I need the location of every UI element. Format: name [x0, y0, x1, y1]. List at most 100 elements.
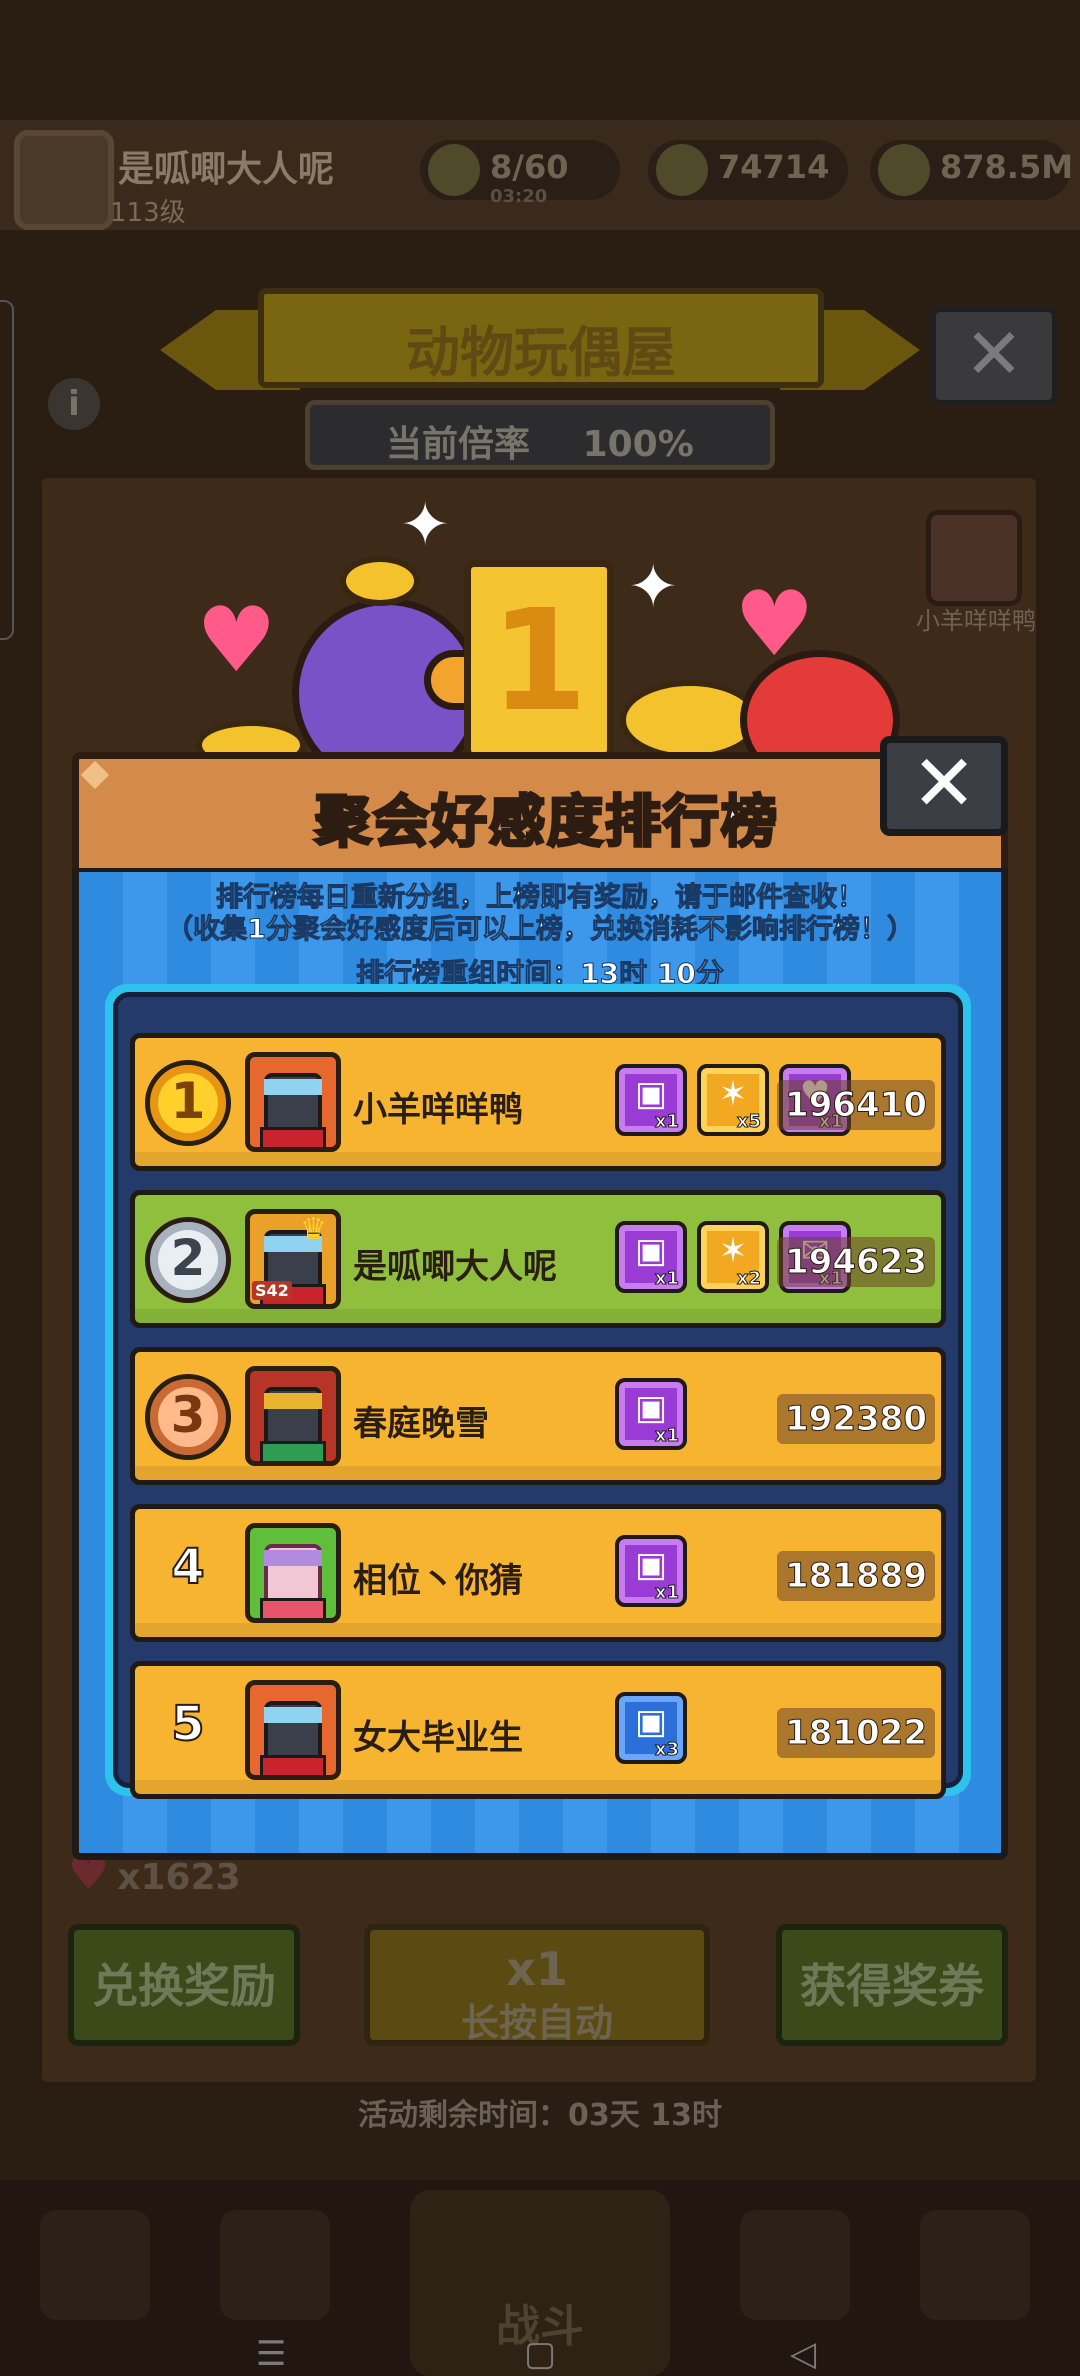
notice-line-2: （收集1分聚会好感度后可以上榜，兑换消耗不影响排行榜！）: [166, 914, 915, 946]
leaderboard-list[interactable]: 1 小羊咩咩鸭 ▣x1 ✶x5 ♥x1 196410 2 ♛: [113, 992, 963, 1799]
player-avatar[interactable]: [245, 1052, 341, 1152]
currency-2-value: 878.5M: [940, 148, 1074, 186]
currency-1-counter[interactable]: 74714: [648, 140, 848, 200]
rate-label: 当前倍率: [386, 424, 531, 465]
heart-left-icon: ♥: [196, 588, 277, 693]
event-title-banner: 动物玩偶屋: [258, 288, 824, 388]
heart-count-value: x1623: [117, 1857, 241, 1898]
reward-qty: x2: [736, 1268, 761, 1290]
leaderboard-modal: 聚会好感度排行榜 ✕ 排行榜每日重新分组，上榜即有奖励，请于邮件查收！ （收集1…: [72, 736, 1008, 1860]
player-level: 113级: [110, 198, 186, 228]
leaderboard-row[interactable]: 5 女大毕业生 ▣ x3 181022: [130, 1661, 946, 1799]
info-icon[interactable]: i: [48, 378, 100, 430]
get-ticket-button[interactable]: 获得奖券: [776, 1924, 1008, 2046]
chest-glyph: ▣: [634, 1702, 668, 1742]
rank-number: 4: [170, 1538, 205, 1596]
currency-1-icon: [656, 144, 708, 196]
gold-ticket-icon[interactable]: ✶ x5: [697, 1064, 769, 1136]
chest-glyph: ▣: [634, 1231, 668, 1271]
purple-chest-icon[interactable]: ▣ x1: [615, 1378, 687, 1450]
chest-glyph: ▣: [634, 1074, 668, 1114]
avatar-headband: [264, 1707, 322, 1723]
reward-qty: x1: [654, 1111, 679, 1133]
nav-guild-icon[interactable]: [740, 2210, 850, 2320]
player-score: 181022: [777, 1708, 935, 1758]
blue-chest-icon[interactable]: ▣ x3: [615, 1692, 687, 1764]
avatar-scarf: [260, 1127, 326, 1147]
chest-glyph: ▣: [634, 1388, 668, 1428]
back-icon[interactable]: ◁: [790, 2334, 816, 2374]
close-button[interactable]: ✕: [880, 736, 1008, 836]
sparkle-icon: ✦: [628, 552, 679, 622]
avatar-headband: [264, 1550, 322, 1566]
event-close-button[interactable]: ✕: [930, 306, 1058, 406]
modal-header: 聚会好感度排行榜: [72, 752, 1008, 872]
menu-icon[interactable]: ☰: [256, 2334, 286, 2374]
coin-icon: [340, 556, 420, 606]
leaderboard-row-self[interactable]: 2 ♛ S42 是呱唧大人呢 ▣x1 ✶x2 ✉x1 194623: [130, 1190, 946, 1328]
purple-chest-icon[interactable]: ▣ x1: [615, 1221, 687, 1293]
bronze-medal-icon: 3: [145, 1374, 231, 1460]
avatar-scarf: [260, 1598, 326, 1618]
leaderboard-row[interactable]: 1 小羊咩咩鸭 ▣x1 ✶x5 ♥x1 196410: [130, 1033, 946, 1171]
side-item-thumbnail[interactable]: [926, 510, 1022, 606]
player-name: 相位丶你猜: [353, 1561, 523, 1601]
player-avatar[interactable]: [245, 1680, 341, 1780]
leaderboard-notice: 排行榜每日重新分组，上榜即有奖励，请于邮件查收！ （收集1分聚会好感度后可以上榜…: [79, 882, 1001, 946]
currency-2-counter[interactable]: 878.5M: [870, 140, 1074, 200]
player-avatar[interactable]: [245, 1523, 341, 1623]
avatar-scarf: [260, 1755, 326, 1775]
purple-chest-icon[interactable]: ▣ x1: [615, 1064, 687, 1136]
avatar-headband: [264, 1393, 322, 1409]
modal-body: 排行榜每日重新分组，上榜即有奖励，请于邮件查收！ （收集1分聚会好感度后可以上榜…: [72, 868, 1008, 1860]
notice-line-1: 排行榜每日重新分组，上榜即有奖励，请于邮件查收！: [216, 882, 865, 914]
event-time-remaining: 活动剩余时间：03天 13时: [358, 2098, 722, 2133]
player-name: 小羊咩咩鸭: [353, 1090, 523, 1130]
auto-spin-button[interactable]: x1 长按自动: [364, 1924, 710, 2046]
modal-title: 聚会好感度排行榜: [314, 789, 779, 857]
leaderboard-row[interactable]: 4 相位丶你猜 ▣ x1 181889: [130, 1504, 946, 1642]
first-place-trophy: 1: [464, 560, 614, 760]
player-avatar[interactable]: [245, 1366, 341, 1466]
leaderboard-row[interactable]: 3 春庭晚雪 ▣ x1 192380: [130, 1347, 946, 1485]
player-avatar[interactable]: [14, 130, 114, 230]
player-name: 春庭晚雪: [353, 1404, 489, 1444]
stamina-icon: [428, 144, 480, 196]
nav-tools-icon[interactable]: [920, 2210, 1030, 2320]
crown-icon: ♛: [300, 1212, 327, 1247]
avatar-scarf: [260, 1441, 326, 1461]
player-name: 女大毕业生: [353, 1718, 523, 1758]
player-score: 192380: [777, 1394, 935, 1444]
gold-medal-icon: 1: [145, 1060, 231, 1146]
gold-ticket-icon[interactable]: ✶ x2: [697, 1221, 769, 1293]
sparkle-icon: ✦: [400, 490, 451, 560]
currency-1-value: 74714: [718, 148, 830, 186]
system-navigation-bar: ☰ ▢ ◁: [0, 2334, 1080, 2376]
edge-pull-tab[interactable]: [0, 300, 14, 640]
stamina-timer: 03:20: [490, 186, 548, 207]
rank-number: 5: [170, 1695, 205, 1753]
stamina-value: 8/60: [490, 148, 569, 186]
player-name: 是呱唧大人呢: [353, 1247, 557, 1287]
reward-qty: x1: [654, 1582, 679, 1604]
player-score: 194623: [777, 1237, 935, 1287]
exchange-reward-button[interactable]: 兑换奖励: [68, 1924, 300, 2046]
stamina-counter[interactable]: 8/60 03:20: [420, 140, 620, 207]
purple-chest-icon[interactable]: ▣ x1: [615, 1535, 687, 1607]
ticket-glyph: ✶: [718, 1074, 748, 1114]
player-avatar[interactable]: ♛ S42: [245, 1209, 341, 1309]
close-icon: ✕: [911, 739, 977, 829]
silver-medal-icon: 2: [145, 1217, 231, 1303]
ticket-glyph: ✶: [718, 1231, 748, 1271]
avatar-headband: [264, 1079, 322, 1095]
rate-value: 100%: [582, 424, 694, 465]
chest-glyph: ▣: [634, 1545, 668, 1585]
side-item-label: 小羊咩咩鸭: [916, 607, 1036, 635]
nav-hero-icon[interactable]: [220, 2210, 330, 2320]
reward-qty: x3: [654, 1739, 679, 1761]
spin-multiplier: x1: [506, 1942, 568, 1996]
coin-icon: [620, 680, 760, 760]
avatar-season-tag: S42: [252, 1281, 292, 1300]
home-icon[interactable]: ▢: [524, 2334, 556, 2374]
nav-shop-icon[interactable]: [40, 2210, 150, 2320]
